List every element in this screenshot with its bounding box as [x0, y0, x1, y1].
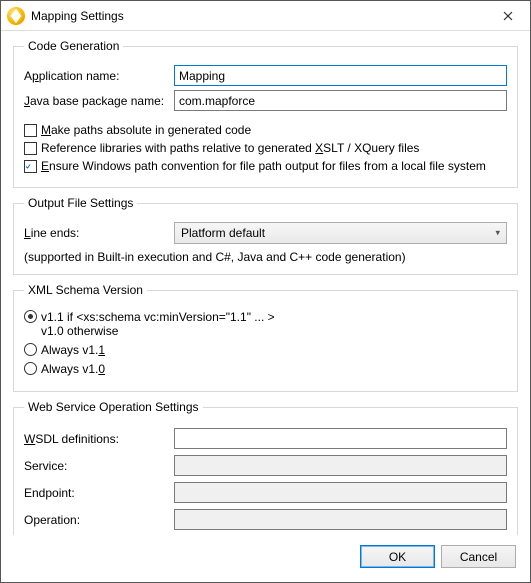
reference-libs-label: Reference libraries with paths relative … — [41, 141, 419, 155]
service-input — [174, 455, 507, 476]
close-icon — [503, 11, 513, 21]
output-note: (supported in Built-in execution and C#,… — [24, 250, 507, 264]
endpoint-label: Endpoint: — [24, 486, 174, 500]
app-name-label: Application name: — [24, 69, 174, 83]
schema-radio-v11[interactable] — [24, 343, 37, 356]
app-icon — [7, 7, 25, 25]
windows-path-checkbox-row[interactable]: Ensure Windows path convention for file … — [24, 159, 507, 173]
java-pkg-label: Java base package name: — [24, 94, 174, 108]
codegen-group: Code Generation Application name: Java b… — [13, 39, 518, 188]
output-legend: Output File Settings — [24, 196, 137, 210]
schema-label-v10: Always v1.0 — [41, 362, 105, 376]
line-ends-select[interactable]: Platform default ▾ — [174, 222, 507, 244]
schema-label-auto: v1.1 if <xs:schema vc:minVersion="1.1" .… — [41, 310, 275, 338]
check-icon — [25, 161, 31, 172]
absolute-paths-checkbox-row[interactable]: Make paths absolute in generated code — [24, 123, 507, 137]
schema-option-auto[interactable]: v1.1 if <xs:schema vc:minVersion="1.1" .… — [24, 310, 507, 338]
schema-radio-v10[interactable] — [24, 362, 37, 375]
schema-label-v11: Always v1.1 — [41, 343, 105, 357]
service-label: Service: — [24, 459, 174, 473]
absolute-paths-checkbox[interactable] — [24, 124, 37, 137]
operation-input — [174, 509, 507, 530]
schema-radio-auto[interactable] — [24, 310, 37, 323]
schema-legend: XML Schema Version — [24, 283, 147, 297]
webservice-group: Web Service Operation Settings WSDL defi… — [13, 400, 518, 535]
windows-path-checkbox[interactable] — [24, 160, 37, 173]
schema-option-v10[interactable]: Always v1.0 — [24, 362, 507, 376]
line-ends-label: Line ends: — [24, 226, 174, 240]
absolute-paths-label: Make paths absolute in generated code — [41, 123, 251, 137]
codegen-legend: Code Generation — [24, 39, 123, 53]
operation-label: Operation: — [24, 513, 174, 527]
line-ends-value: Platform default — [181, 226, 265, 240]
windows-path-label: Ensure Windows path convention for file … — [41, 159, 486, 173]
cancel-button[interactable]: Cancel — [441, 545, 516, 568]
wsdl-input[interactable] — [174, 428, 507, 449]
endpoint-input — [174, 482, 507, 503]
window-title: Mapping Settings — [31, 9, 486, 23]
java-pkg-input[interactable] — [174, 90, 507, 111]
webservice-legend: Web Service Operation Settings — [24, 400, 203, 414]
close-button[interactable] — [486, 1, 530, 31]
schema-option-v11[interactable]: Always v1.1 — [24, 343, 507, 357]
reference-libs-checkbox-row[interactable]: Reference libraries with paths relative … — [24, 141, 507, 155]
schema-group: XML Schema Version v1.1 if <xs:schema vc… — [13, 283, 518, 392]
ok-button[interactable]: OK — [360, 545, 435, 568]
app-name-input[interactable] — [174, 65, 507, 86]
reference-libs-checkbox[interactable] — [24, 142, 37, 155]
chevron-down-icon: ▾ — [495, 228, 500, 239]
wsdl-label: WSDL definitions: — [24, 432, 174, 446]
output-group: Output File Settings Line ends: Platform… — [13, 196, 518, 275]
